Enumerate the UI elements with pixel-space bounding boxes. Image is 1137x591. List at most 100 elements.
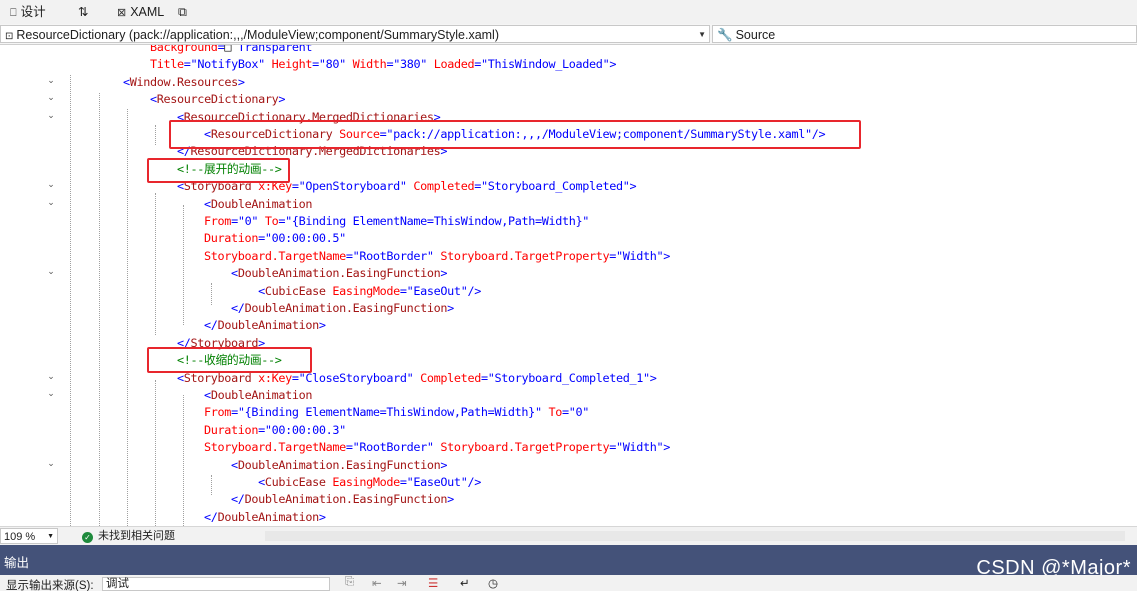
code-token: From	[204, 405, 232, 420]
code-token: <	[123, 74, 130, 89]
code-token: ="	[258, 422, 272, 437]
fold-toggle-icon[interactable]: ⌄	[46, 459, 56, 476]
code-token: <	[231, 457, 238, 472]
code-token: <	[258, 475, 265, 489]
code-token: DoubleAnimation.EasingFunction	[237, 457, 441, 472]
swap-panes-button[interactable]: ⇅	[78, 0, 88, 24]
code-token: RootBorder	[359, 440, 427, 455]
code-token: 00:00:00.3	[271, 422, 340, 437]
code-token: Loaded	[433, 57, 475, 72]
clear-all-icon[interactable]: ☰	[428, 576, 438, 590]
code-token: To	[264, 214, 279, 228]
code-token: "	[258, 57, 272, 72]
code-line: </DoubleAnimation.EasingFunction>	[96, 491, 454, 508]
code-token: To	[548, 405, 562, 420]
code-line: </DoubleAnimation.EasingFunction>	[96, 300, 454, 317]
fold-toggle-icon[interactable]: ⌄	[46, 180, 56, 197]
code-token: Completed	[420, 370, 481, 385]
code-token: "	[426, 440, 441, 455]
wrench-icon: 🔧	[717, 28, 733, 42]
fold-toggle-icon[interactable]: ⌄	[46, 93, 56, 110]
xaml-icon: ⊠	[117, 7, 127, 19]
code-token: Storyboard.TargetProperty	[440, 248, 610, 263]
code-token: "/>	[460, 283, 482, 298]
code-token: ResourceDictionary	[156, 92, 279, 107]
output-source-label: 显示输出来源(S):	[6, 580, 94, 591]
code-token: ">	[643, 370, 657, 385]
code-token: <	[204, 388, 211, 402]
horizontal-scrollbar[interactable]	[265, 531, 1125, 541]
editor-status-bar: 109 % ▼ ✓ 未找到相关问题	[0, 526, 1137, 545]
output-panel-toolbar: 显示输出来源(S): 调试 ⎘ ⇤ ⇥ ☰ ↵ ◷	[0, 575, 1137, 591]
code-line: Duration="00:00:00.3"	[96, 422, 346, 439]
code-token: Storyboard_Completed	[487, 179, 623, 194]
code-token: "	[339, 57, 353, 72]
code-token: Width	[352, 57, 387, 72]
popout-xaml-button[interactable]: ⧉	[178, 0, 187, 24]
word-wrap-icon[interactable]: ↵	[460, 576, 470, 590]
design-icon: ⎕	[10, 7, 17, 19]
code-token: DoubleAnimation	[210, 388, 313, 402]
next-icon[interactable]: ⇥	[397, 576, 407, 590]
output-panel-header: 输出	[0, 545, 1137, 575]
zoom-combo[interactable]: 109 % ▼	[0, 528, 58, 544]
code-token: Duration	[204, 422, 259, 437]
code-token: Title	[150, 57, 184, 72]
code-token: <	[231, 266, 238, 281]
code-token: ThisWindow_Loaded	[487, 57, 603, 72]
code-token: ">	[622, 179, 637, 194]
tab-design[interactable]: ⎕ 设计	[10, 0, 46, 24]
chevron-down-icon: ▼	[47, 533, 54, 540]
previous-icon[interactable]: ⇤	[372, 576, 382, 590]
code-token: {Binding ElementName=ThisWindow,Path=Wid…	[244, 405, 536, 420]
code-line: From="{Binding ElementName=ThisWindow,Pa…	[96, 404, 589, 421]
code-token: ="	[609, 440, 623, 455]
highlight-box-close-comment	[147, 347, 312, 373]
code-token: ="	[345, 248, 360, 263]
member-selector-combo[interactable]: 🔧 Source	[712, 25, 1137, 43]
code-line: <CubicEase EasingMode="EaseOut"/>	[96, 474, 481, 491]
code-token: ="	[345, 440, 360, 455]
code-token: DoubleAnimation	[210, 196, 313, 211]
fold-toggle-icon[interactable]: ⌄	[46, 111, 56, 128]
code-token: ="	[399, 283, 414, 298]
code-line: Duration="00:00:00.5"	[96, 230, 346, 247]
find-icon[interactable]: ⎘	[345, 576, 354, 589]
code-token: CubicEase	[264, 475, 333, 489]
fold-toggle-icon[interactable]: ⌄	[46, 267, 56, 284]
code-token: >	[440, 457, 448, 472]
code-editor[interactable]: ⌄ ⌄ ⌄ ⌄ ⌄ ⌄ ⌄ ⌄ ⌄ Background=□ Transparent Title…	[0, 45, 1137, 526]
code-line: <DoubleAnimation.EasingFunction>	[96, 265, 447, 282]
issues-indicator[interactable]: ✓ 未找到相关问题	[82, 527, 175, 545]
code-token: ="	[231, 405, 245, 420]
fold-toggle-icon[interactable]: ⌄	[46, 372, 56, 389]
code-token: <	[258, 283, 265, 298]
code-line: <CubicEase EasingMode="EaseOut"/>	[96, 283, 481, 300]
element-selector-value: ResourceDictionary (pack://application:,…	[16, 28, 500, 42]
tab-xaml[interactable]: ⊠ XAML	[117, 0, 164, 24]
element-icon: ⊡	[5, 31, 14, 42]
code-token: ">	[656, 440, 671, 455]
fold-toggle-icon[interactable]: ⌄	[46, 198, 56, 215]
code-line: <DoubleAnimation.EasingFunction>	[96, 457, 447, 474]
code-token: ="	[474, 179, 488, 194]
code-token: "	[426, 248, 441, 263]
fold-toggle-icon[interactable]: ⌄	[46, 389, 56, 406]
clock-icon[interactable]: ◷	[488, 576, 498, 590]
element-selector-combo[interactable]: ⊡ ResourceDictionary (pack://application:…	[0, 25, 710, 43]
output-source-combo[interactable]: 调试	[102, 577, 330, 591]
code-token: CloseStoryboard	[305, 370, 407, 385]
tab-xaml-label: XAML	[130, 5, 165, 19]
code-token: "	[251, 214, 265, 228]
fold-toggle-icon[interactable]: ⌄	[46, 76, 56, 93]
